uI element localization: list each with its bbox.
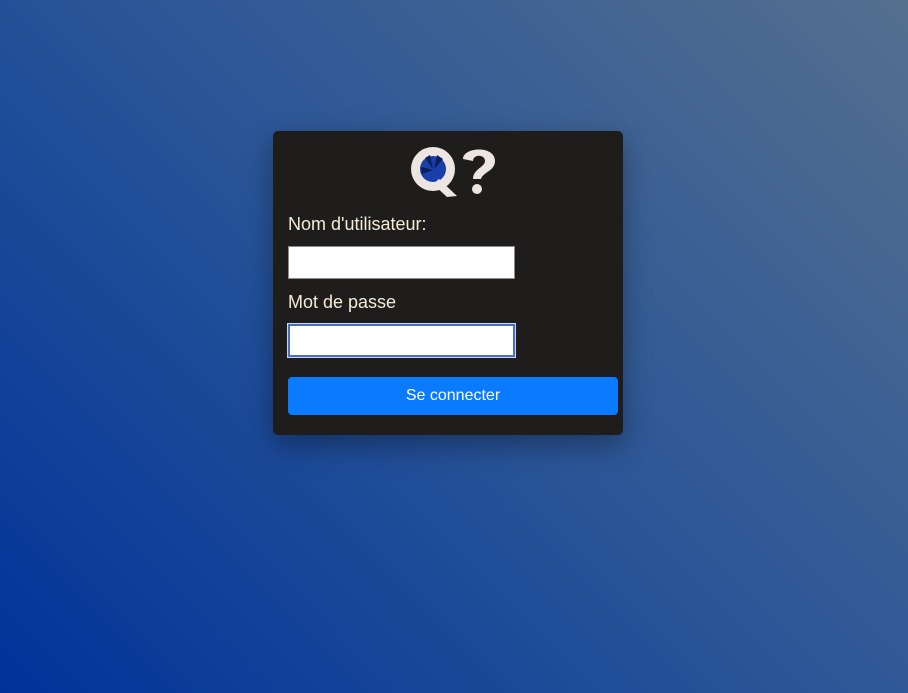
login-card: Nom d'utilisateur: Mot de passe Se conne… <box>273 131 623 435</box>
username-input[interactable] <box>288 246 515 279</box>
username-label: Nom d'utilisateur: <box>288 214 427 234</box>
app-logo-icon <box>411 147 495 197</box>
password-input[interactable] <box>288 324 515 357</box>
password-label: Mot de passe <box>288 292 397 312</box>
login-button[interactable]: Se connecter <box>288 377 618 415</box>
